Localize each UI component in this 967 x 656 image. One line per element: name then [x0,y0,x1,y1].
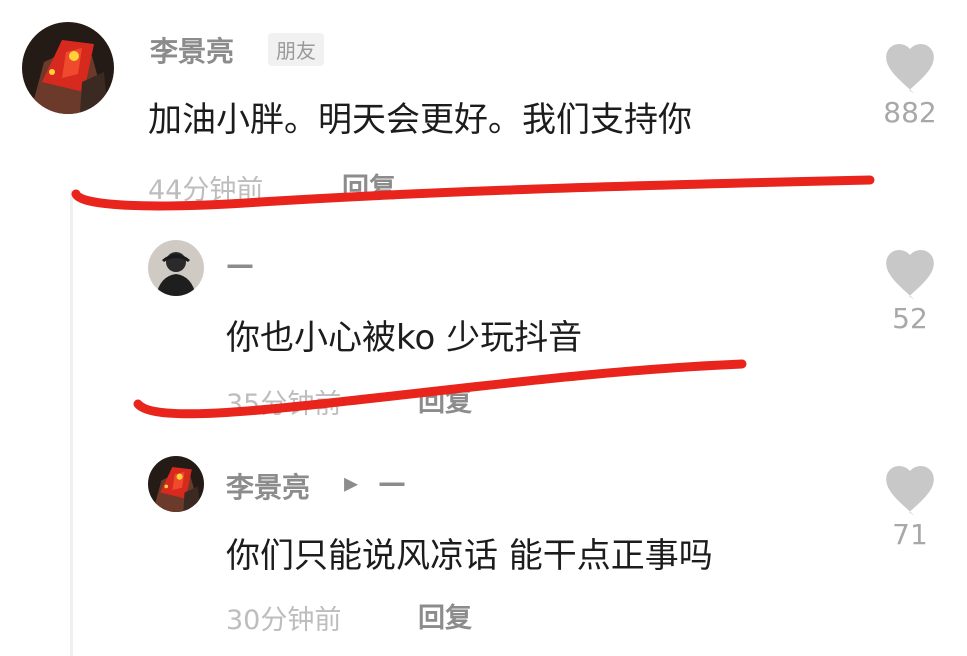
like-count: 52 [892,302,928,335]
timestamp: 44分钟前 [148,175,264,206]
heart-icon [886,44,934,94]
comment-text: 你也小心被ko 少玩抖音 [226,318,583,358]
person-avatar-icon [148,240,204,296]
reply-to-username[interactable]: — [378,466,406,499]
like-button[interactable]: 71 [870,466,950,556]
flag-avatar-icon [148,456,204,512]
like-button[interactable]: 52 [870,250,950,340]
flag-avatar-icon [22,22,114,114]
thread-connector [70,190,73,656]
username[interactable]: — [226,248,254,281]
comment-text: 你们只能说风凉话 能干点正事吗 [226,536,713,576]
heart-icon [886,250,934,300]
reply-button[interactable]: 回复 [418,380,472,419]
avatar[interactable] [148,456,204,512]
avatar[interactable] [148,240,204,296]
reply-arrow-icon: ▸ [344,466,359,499]
comment-text: 加油小胖。明天会更好。我们支持你 [148,100,692,140]
username[interactable]: 李景亮 [226,466,310,506]
like-button[interactable]: 882 [870,44,950,134]
heart-icon [886,466,934,516]
timestamp: 30分钟前 [226,605,342,636]
timestamp: 35分钟前 [226,389,342,420]
reply-button[interactable]: 回复 [418,596,472,635]
like-count: 882 [883,96,937,129]
friend-badge: 朋友 [268,33,324,66]
like-count: 71 [892,518,928,551]
avatar[interactable] [22,22,114,114]
username[interactable]: 李景亮 [150,30,234,70]
reply-button[interactable]: 回复 [342,166,396,205]
